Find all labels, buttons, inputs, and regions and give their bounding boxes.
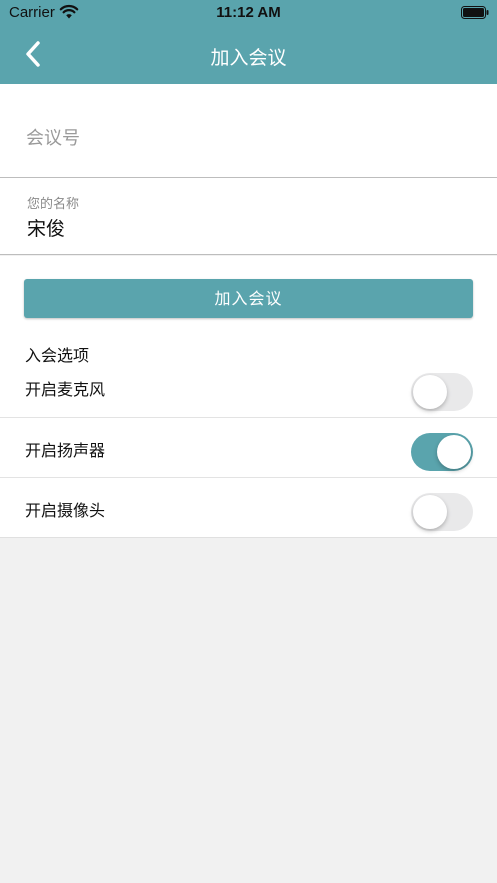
display-name-field[interactable]: 您的名称 宋俊 (0, 178, 497, 255)
option-label-speaker: 开启扬声器 (25, 441, 106, 460)
camera-toggle[interactable] (411, 493, 473, 531)
option-label-camera: 开启摄像头 (25, 501, 106, 520)
option-row-speaker: 开启扬声器 (0, 418, 497, 478)
microphone-toggle[interactable] (411, 373, 473, 411)
page-title: 加入会议 (210, 47, 287, 69)
options-panel: 加入会议 入会选项 开启麦克风 开启扬声器 开启摄像头 (0, 256, 497, 538)
display-name-label: 您的名称 (27, 197, 80, 212)
app-header: Carrier 11:12 AM 加入会议 (0, 0, 497, 84)
toggle-knob (413, 375, 447, 409)
display-name-input[interactable]: 宋俊 (27, 214, 65, 241)
join-meeting-button[interactable]: 加入会议 (24, 279, 473, 318)
option-row-microphone: 开启麦克风 (0, 358, 497, 418)
meeting-number-input[interactable] (26, 128, 466, 149)
toggle-knob (413, 495, 447, 529)
status-time: 11:12 AM (216, 4, 281, 21)
battery-icon (461, 6, 489, 19)
toggle-knob (437, 435, 471, 469)
join-meeting-form: 您的名称 宋俊 (0, 84, 497, 255)
status-bar: Carrier 11:12 AM (0, 0, 497, 26)
navigation-bar: 加入会议 (0, 26, 497, 84)
meeting-number-field (0, 84, 497, 178)
speaker-toggle[interactable] (411, 433, 473, 471)
option-row-camera: 开启摄像头 (0, 478, 497, 538)
option-label-microphone: 开启麦克风 (25, 380, 106, 399)
